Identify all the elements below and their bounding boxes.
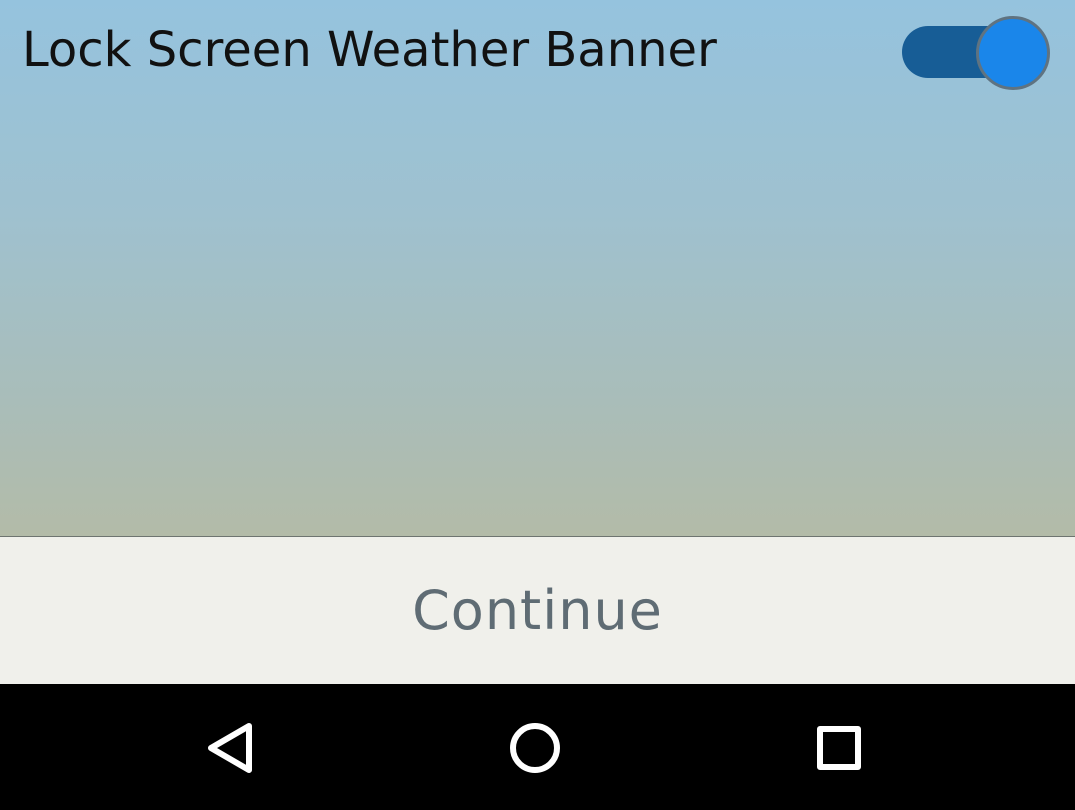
recents-square-icon (817, 726, 861, 770)
navigation-bar (0, 684, 1075, 810)
home-button[interactable] (495, 708, 575, 788)
home-circle-icon (510, 723, 560, 773)
continue-label: Continue (412, 579, 663, 642)
setting-label: Lock Screen Weather Banner (22, 22, 717, 78)
toggle-thumb (976, 16, 1050, 90)
setting-row-weather-banner[interactable]: Lock Screen Weather Banner (0, 0, 1075, 104)
continue-button[interactable]: Continue (0, 537, 1075, 684)
weather-banner-toggle[interactable] (900, 14, 1050, 90)
recents-button[interactable] (799, 708, 879, 788)
back-triangle-icon (208, 723, 252, 773)
back-button[interactable] (193, 708, 273, 788)
weather-background: Lock Screen Weather Banner (0, 0, 1075, 537)
screen: Lock Screen Weather Banner Continue (0, 0, 1075, 810)
